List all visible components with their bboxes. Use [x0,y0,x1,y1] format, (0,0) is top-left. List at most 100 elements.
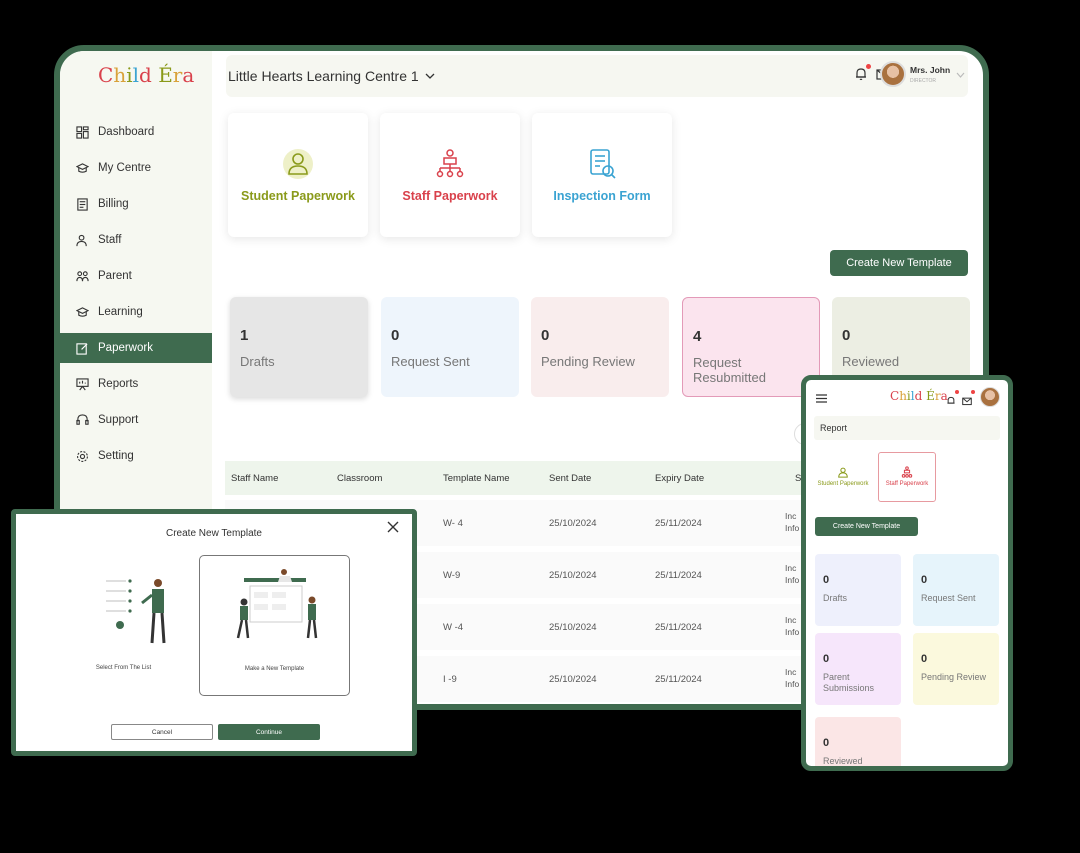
sidebar-item-support[interactable]: Support [60,405,212,435]
table-header: Staff Name Classroom Template Name Sent … [225,461,805,495]
status-line-2: Info [785,627,800,637]
topbar: Little Hearts Learning Centre 1 Mrs. Joh… [226,55,968,97]
student-paperwork-card[interactable]: Student Paperwork [228,113,368,237]
sidebar-item-setting[interactable]: Setting [60,441,212,471]
sidebar-item-paperwork[interactable]: Paperwork [60,333,212,363]
hamburger-menu-icon[interactable] [816,394,827,403]
centre-name: Little Hearts Learning Centre 1 [228,68,419,84]
sidebar-item-learning[interactable]: Learning [60,297,212,327]
stat-card-request-resubmitted[interactable]: 4 Request Resubmitted [682,297,820,397]
sidebar-item-reports[interactable]: Reports [60,369,212,399]
option-label: Make a New Template [244,666,305,672]
sidebar-nav: Dashboard My Centre Billing Staff Parent… [60,117,212,477]
sidebar-item-label: Reports [98,378,139,390]
create-new-template-button[interactable]: Create New Template [830,250,968,276]
make-template-illustration-icon [236,569,318,639]
notification-button[interactable] [854,64,871,81]
stat-count: 1 [240,327,249,344]
status-line-2: Info [785,679,800,689]
student-icon [838,467,848,478]
dashboard-icon [76,125,89,139]
status-line-1: Inc [785,667,797,677]
sidebar-item-parent[interactable]: Parent [60,261,212,291]
close-icon[interactable] [386,520,400,534]
section-title: Report [814,416,1000,440]
staff-paperwork-card[interactable]: Staff Paperwork [380,113,520,237]
inspection-form-card[interactable]: Inspection Form [532,113,672,237]
stat-label: Request Resubmitted [693,355,766,385]
staff-paperwork-card[interactable]: Staff Paperwork [878,452,936,502]
sidebar-item-label: Parent [98,270,132,282]
stat-card-drafts[interactable]: 0 Drafts [815,554,901,626]
stat-count: 0 [823,653,830,665]
sidebar-item-my-centre[interactable]: My Centre [60,153,212,183]
card-label: Inspection Form [553,189,651,203]
avatar[interactable] [880,61,906,87]
status-line-1: Inc [785,615,797,625]
org-chart-icon [901,466,913,478]
status-line-2: Info [785,523,800,533]
stat-card-pending-review[interactable]: 0 Pending Review [531,297,669,397]
staff-icon [76,234,87,246]
stat-count: 0 [842,327,851,344]
sent-date: 25/10/2024 [549,570,597,581]
stat-count: 0 [541,327,550,344]
expiry-date: 25/11/2024 [655,622,702,633]
sidebar-item-dashboard[interactable]: Dashboard [60,117,212,147]
stat-card-drafts[interactable]: 1 Drafts [230,297,368,397]
sidebar-item-staff[interactable]: Staff [60,225,212,255]
mobile-top-icons [946,390,975,406]
cancel-button[interactable]: Cancel [111,724,213,740]
mail-button[interactable] [962,390,975,406]
expiry-date: 25/11/2024 [655,674,702,685]
option-label: Select From The List [95,665,152,671]
logo: Child Éra [98,63,195,87]
stat-card-request-sent[interactable]: 0 Request Sent [381,297,519,397]
sidebar-item-label: Billing [98,198,129,210]
support-icon [76,413,89,425]
sidebar-item-label: Support [98,414,139,426]
org-chart-icon [436,149,464,178]
create-template-modal: Create New Template Select From The List [11,509,417,756]
stat-card-request-sent[interactable]: 0 Request Sent [913,554,999,626]
stat-count: 0 [921,653,928,665]
card-label: Student Paperwork [241,189,355,203]
stat-label: Reviewed [823,756,863,766]
setting-icon [77,450,88,462]
user-menu-chevron-icon[interactable] [956,72,965,78]
notification-dot [955,390,959,394]
template-name: W- 4 [443,518,463,529]
mail-icon [962,397,972,406]
expiry-date: 25/11/2024 [655,518,702,529]
stat-card-pending-review[interactable]: 0 Pending Review [913,633,999,705]
make-new-template-option[interactable]: Make a New Template [199,555,350,696]
student-icon [283,149,313,179]
column-header: Template Name [443,473,510,484]
continue-button[interactable]: Continue [218,724,320,740]
centre-selector[interactable]: Little Hearts Learning Centre 1 [228,68,435,84]
notification-button[interactable] [946,390,959,404]
document-search-icon [590,149,616,179]
card-label: Staff Paperwork [885,481,929,487]
stat-card-parent-submissions[interactable]: 0 Parent Submissions [815,633,901,705]
status-cell: Inc Info [785,614,799,638]
status-line-1: Inc [785,563,797,573]
sidebar-item-billing[interactable]: Billing [60,189,212,219]
stat-label: Drafts [240,354,275,369]
mail-dot [971,390,975,394]
avatar[interactable] [980,387,1000,407]
template-name: W -4 [443,622,464,633]
sidebar-item-label: Setting [98,450,134,462]
centre-icon [76,162,89,173]
sidebar-item-label: Staff [98,234,122,246]
stat-label: Pending Review [541,354,635,369]
stat-card-reviewed[interactable]: 0 Reviewed [815,717,901,766]
sent-date: 25/10/2024 [549,518,597,529]
select-from-list-option[interactable]: Select From The List [48,555,199,696]
reports-icon [76,377,89,390]
chevron-down-icon [425,73,435,79]
stat-count: 0 [921,574,928,586]
create-new-template-button[interactable]: Create New Template [815,517,918,536]
student-paperwork-card[interactable]: Student Paperwork [814,452,872,502]
user-role: DIRECTOR [910,78,937,84]
